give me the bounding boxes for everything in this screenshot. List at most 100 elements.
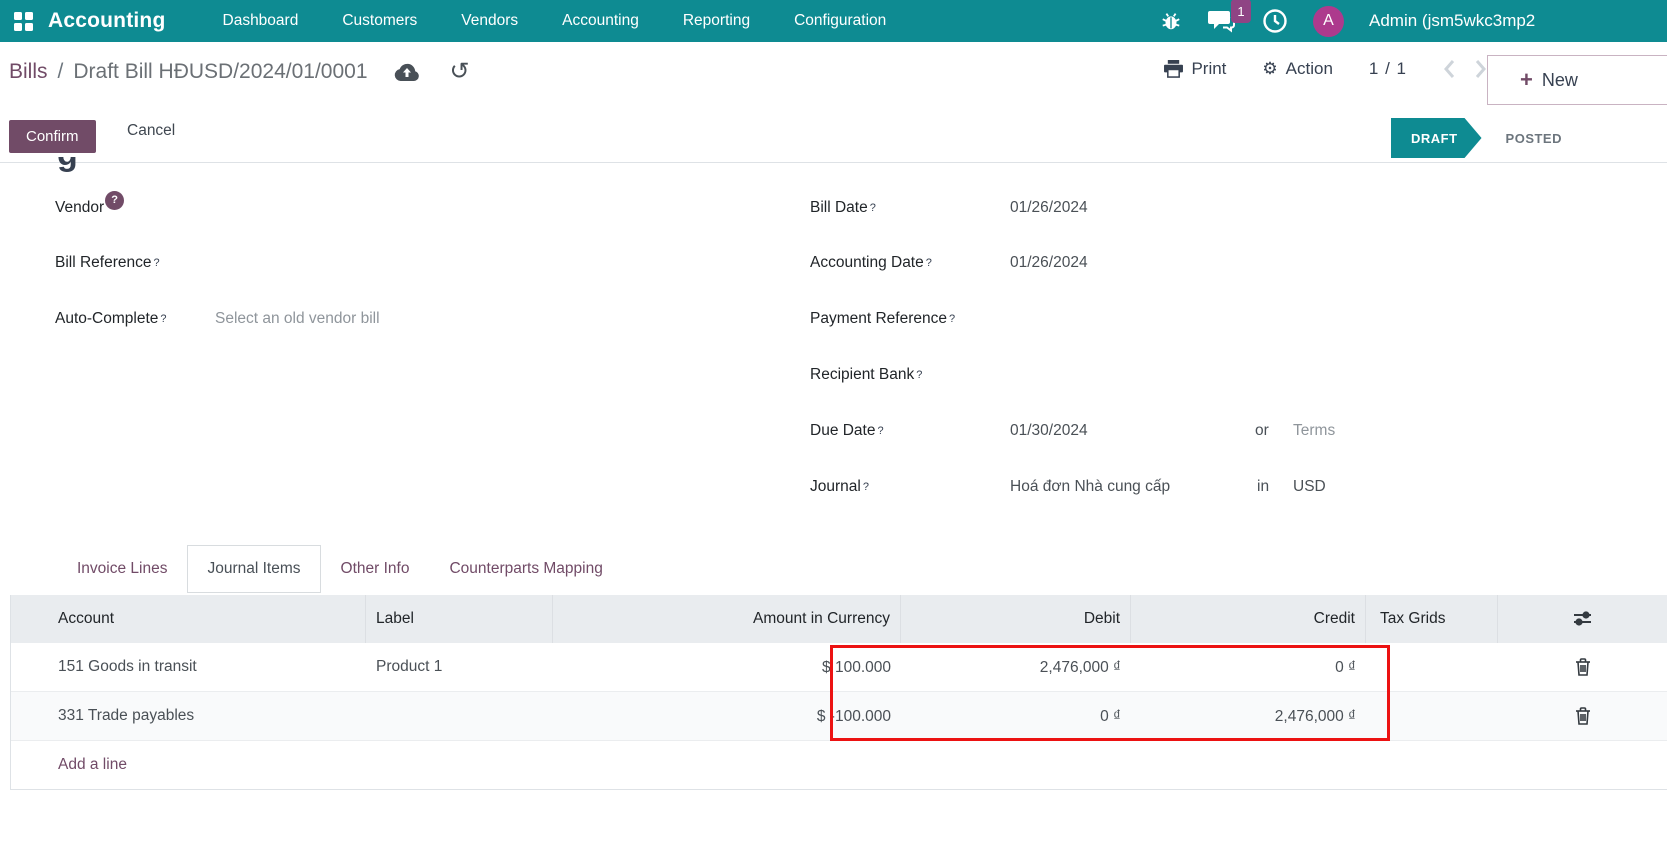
tab-invoice-lines[interactable]: Invoice Lines <box>57 545 187 593</box>
bill-date-label: Bill Date <box>810 199 868 216</box>
cell-debit[interactable]: 0 ₫ <box>901 692 1131 741</box>
nav-item-configuration[interactable]: Configuration <box>794 12 886 30</box>
due-date-input[interactable]: 01/30/2024 <box>1010 419 1088 443</box>
recipient-bank-help-icon: ? <box>916 369 923 381</box>
bug-icon[interactable] <box>1160 10 1182 32</box>
breadcrumb: Bills / Draft Bill HĐUSD/2024/01/0001 ↺ <box>9 60 470 84</box>
breadcrumb-separator: / <box>57 60 64 83</box>
status-badge-draft[interactable]: DRAFT <box>1391 118 1482 158</box>
vendor-label: Vendor <box>55 199 105 216</box>
app-name[interactable]: Accounting <box>48 9 166 33</box>
trash-icon[interactable] <box>1575 658 1591 676</box>
col-header-tax-grids[interactable]: Tax Grids <box>1366 595 1498 643</box>
field-accounting-date: Accounting Date ? <box>810 251 932 275</box>
journal-items-table: Account Label Amount in Currency Debit C… <box>10 595 1667 790</box>
state-statusbar: DRAFT POSTED <box>1391 118 1562 158</box>
pager-counter: 1 / 1 <box>1368 59 1407 78</box>
form-sheet: g Vendor ? Bill Reference ? Auto-Complet… <box>0 157 1667 841</box>
nav-item-accounting[interactable]: Accounting <box>562 12 639 30</box>
tab-other-info[interactable]: Other Info <box>321 545 430 593</box>
nav-item-customers[interactable]: Customers <box>342 12 417 30</box>
col-header-amount-in-currency[interactable]: Amount in Currency <box>553 595 901 643</box>
table-header-row: Account Label Amount in Currency Debit C… <box>11 595 1667 643</box>
field-journal: Journal ? <box>810 475 869 499</box>
auto-complete-placeholder: Select an old vendor bill <box>215 310 380 327</box>
payment-reference-label: Payment Reference <box>810 310 947 327</box>
navbar-right: 1 A Admin (jsm5wkc3mp2 <box>1160 0 1667 42</box>
payment-reference-help-icon: ? <box>949 313 956 325</box>
bill-date-value: 01/26/2024 <box>1010 199 1088 216</box>
payment-reference-input[interactable] <box>1010 307 1230 331</box>
action-button[interactable]: ⚙ Action <box>1262 59 1333 79</box>
print-button[interactable]: Print <box>1164 59 1226 79</box>
col-header-label[interactable]: Label <box>366 595 553 643</box>
cell-account[interactable]: 151 Goods in transit <box>11 658 366 676</box>
save-cloud-icon[interactable] <box>394 62 420 82</box>
in-text: in <box>1257 478 1270 495</box>
chevron-right-icon[interactable] <box>1475 59 1487 79</box>
add-a-line-link[interactable]: Add a line <box>11 756 127 774</box>
chevron-left-icon[interactable] <box>1443 59 1455 79</box>
journal-in: in <box>1257 475 1269 499</box>
table-row[interactable]: 151 Goods in transit Product 1 $ 100.000… <box>11 643 1667 692</box>
auto-complete-input[interactable]: Select an old vendor bill <box>215 307 380 331</box>
sliders-icon[interactable] <box>1573 610 1592 628</box>
due-date-or: or <box>1255 419 1269 443</box>
activities-clock-icon[interactable] <box>1262 8 1288 34</box>
odoo-accounting-screen: Accounting Dashboard Customers Vendors A… <box>0 0 1667 841</box>
status-badge-posted[interactable]: POSTED <box>1506 131 1562 146</box>
add-line-row: Add a line <box>11 741 1667 790</box>
confirm-button[interactable]: Confirm <box>9 120 96 153</box>
cell-amount-in-currency[interactable]: $ 100.000 <box>553 643 901 692</box>
journal-input[interactable]: Hoá đơn Nhà cung cấp <box>1010 475 1170 499</box>
field-payment-reference: Payment Reference ? <box>810 307 955 331</box>
new-button[interactable]: + New <box>1487 55 1667 105</box>
bill-date-help-icon: ? <box>869 202 876 214</box>
user-avatar[interactable]: A <box>1313 5 1344 37</box>
recipient-bank-input[interactable] <box>1010 363 1230 387</box>
field-auto-complete: Auto-Complete ? <box>55 307 167 331</box>
auto-complete-label: Auto-Complete <box>55 310 159 327</box>
cell-account[interactable]: 331 Trade payables <box>11 707 366 725</box>
statusbar-row: Confirm Cancel DRAFT POSTED <box>0 112 1667 163</box>
table-row[interactable]: 331 Trade payables $ -100.000 0 ₫ 2,476,… <box>11 692 1667 741</box>
tab-journal-items[interactable]: Journal Items <box>187 545 321 593</box>
accounting-date-input[interactable]: 01/26/2024 <box>1010 251 1088 275</box>
messages-icon[interactable]: 1 <box>1207 0 1251 34</box>
message-count-badge: 1 <box>1231 0 1251 23</box>
nav-item-vendors[interactable]: Vendors <box>461 12 518 30</box>
field-recipient-bank: Recipient Bank ? <box>810 363 922 387</box>
auto-complete-help-icon: ? <box>160 313 167 325</box>
bill-date-input[interactable]: 01/26/2024 <box>1010 196 1088 220</box>
cell-amount-in-currency[interactable]: $ -100.000 <box>553 692 901 741</box>
field-bill-date: Bill Date ? <box>810 196 876 220</box>
breadcrumb-bills-link[interactable]: Bills <box>9 60 48 84</box>
trash-icon[interactable] <box>1575 707 1591 725</box>
cell-credit[interactable]: 2,476,000 ₫ <box>1131 692 1366 741</box>
cell-credit[interactable]: 0 ₫ <box>1131 643 1366 692</box>
journal-currency-input[interactable]: USD <box>1293 475 1326 499</box>
user-name[interactable]: Admin (jsm5wkc3mp2 <box>1369 11 1535 31</box>
gear-icon: ⚙ <box>1262 59 1278 78</box>
control-panel: Bills / Draft Bill HĐUSD/2024/01/0001 ↺ <box>0 42 1667 112</box>
cell-label[interactable]: Product 1 <box>366 658 553 676</box>
apps-grid-icon[interactable] <box>14 11 33 31</box>
col-header-debit[interactable]: Debit <box>901 595 1131 643</box>
nav-item-reporting[interactable]: Reporting <box>683 12 750 30</box>
or-text: or <box>1255 422 1269 439</box>
action-label: Action <box>1285 59 1333 78</box>
discard-undo-icon[interactable]: ↺ <box>450 60 470 84</box>
terms-placeholder: Terms <box>1293 422 1336 439</box>
tab-counterparts-mapping[interactable]: Counterparts Mapping <box>429 545 622 593</box>
cell-debit[interactable]: 2,476,000 ₫ <box>901 643 1131 692</box>
accounting-date-help-icon: ? <box>925 257 932 269</box>
payment-terms-input[interactable]: Terms <box>1293 419 1335 443</box>
nav-item-dashboard[interactable]: Dashboard <box>223 12 299 30</box>
col-header-account[interactable]: Account <box>11 595 366 643</box>
cancel-button[interactable]: Cancel <box>127 122 175 140</box>
row-actions-cell <box>1498 707 1667 725</box>
printer-icon <box>1164 60 1184 78</box>
nav-menu: Dashboard Customers Vendors Accounting R… <box>223 12 887 30</box>
currency-value: USD <box>1293 478 1326 495</box>
col-header-credit[interactable]: Credit <box>1131 595 1366 643</box>
